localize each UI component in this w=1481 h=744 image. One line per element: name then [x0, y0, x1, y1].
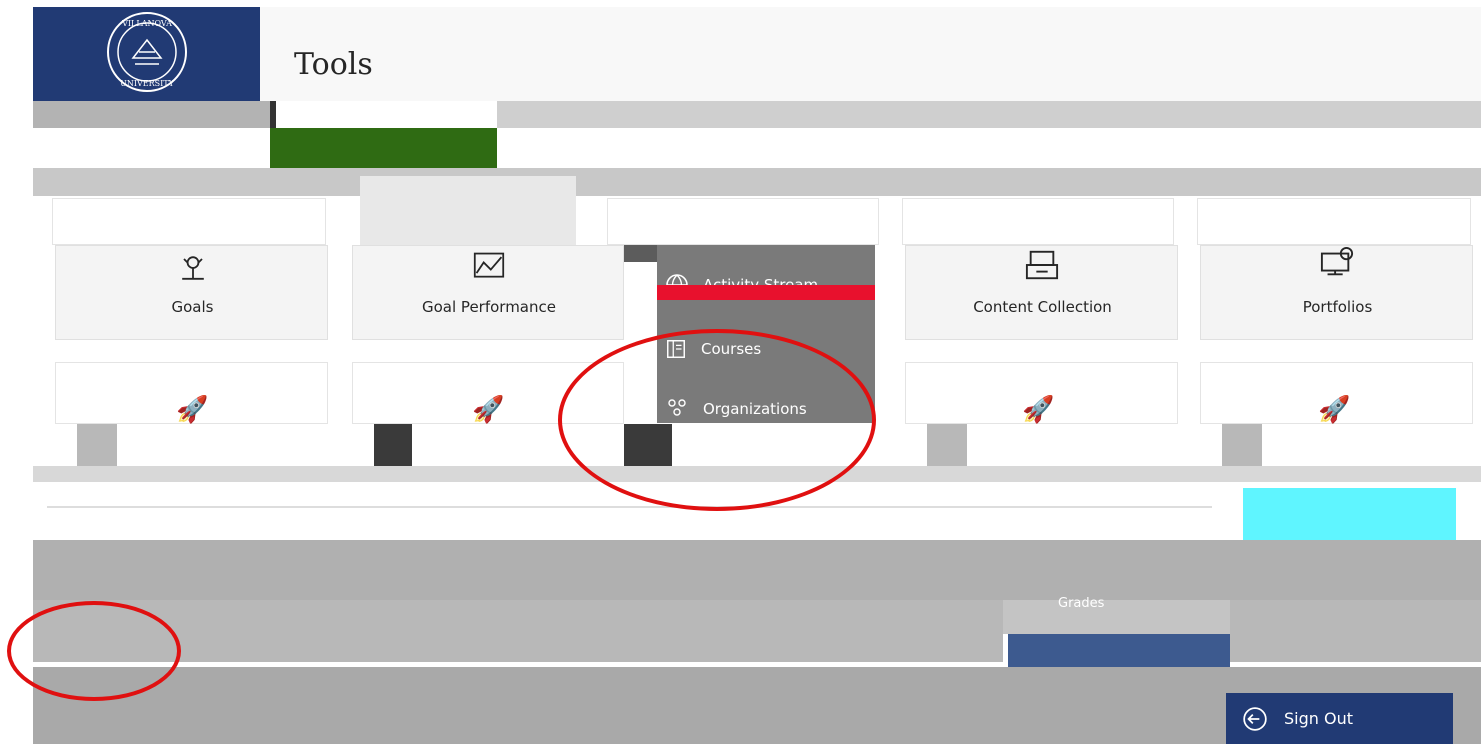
goals-icon: [182, 256, 204, 280]
banner-band: [270, 101, 497, 128]
rocket-icon: 🚀: [176, 395, 209, 425]
user-menu-highlight: [360, 176, 576, 246]
content-band: [33, 540, 1481, 600]
sign-out-button[interactable]: Sign Out: [1226, 693, 1453, 744]
tool-label: Goals: [171, 298, 214, 316]
svg-text:VILLANOVA: VILLANOVA: [121, 19, 172, 28]
divider: [374, 424, 412, 466]
rocket-icon: 🚀: [1318, 395, 1351, 425]
svg-text:UNIVERSITY: UNIVERSITY: [120, 79, 175, 88]
page-title: Tools: [294, 47, 373, 82]
tool-card-goal-performance[interactable]: Goal Performance: [352, 245, 624, 340]
annotation-circle: [7, 601, 181, 701]
tool-card-content-collection[interactable]: Content Collection: [905, 245, 1178, 340]
annotation-circle: [558, 329, 876, 511]
tool-label: Content Collection: [973, 298, 1112, 316]
tool-card[interactable]: [1197, 198, 1471, 245]
content-collection-icon: [1025, 250, 1059, 280]
tool-label: Goal Performance: [422, 298, 556, 316]
grades-link[interactable]: Grades: [1058, 596, 1104, 611]
tool-label: Portfolios: [1302, 298, 1373, 316]
rocket-icon: 🚀: [472, 395, 505, 425]
menu-highlight-bar: [657, 285, 875, 300]
header-bar: [260, 7, 1481, 101]
tool-card-portfolios[interactable]: Portfolios: [1200, 245, 1473, 340]
tool-card-goals[interactable]: Goals: [55, 245, 328, 340]
sign-out-icon: [1243, 706, 1267, 731]
banner-band: [33, 101, 270, 128]
highlight-block: [1243, 488, 1456, 548]
toolbar-band: [33, 168, 1481, 196]
banner-band: [497, 101, 1481, 128]
university-seal-icon: VILLANOVA UNIVERSITY: [107, 12, 187, 92]
institution-band: [270, 128, 497, 168]
portfolios-icon: [1320, 246, 1354, 276]
tool-card[interactable]: [902, 198, 1174, 245]
content-band: [1003, 600, 1230, 634]
goal-performance-icon: [473, 252, 505, 278]
divider: [77, 424, 117, 466]
tools-nav-item[interactable]: [1008, 634, 1230, 667]
divider: [1222, 424, 1262, 466]
sign-out-label: Sign Out: [1284, 709, 1353, 728]
tool-card[interactable]: [52, 198, 326, 245]
tool-card[interactable]: [607, 198, 879, 245]
content-band: [1230, 600, 1481, 662]
rocket-icon: 🚀: [1022, 395, 1055, 425]
divider: [927, 424, 967, 466]
